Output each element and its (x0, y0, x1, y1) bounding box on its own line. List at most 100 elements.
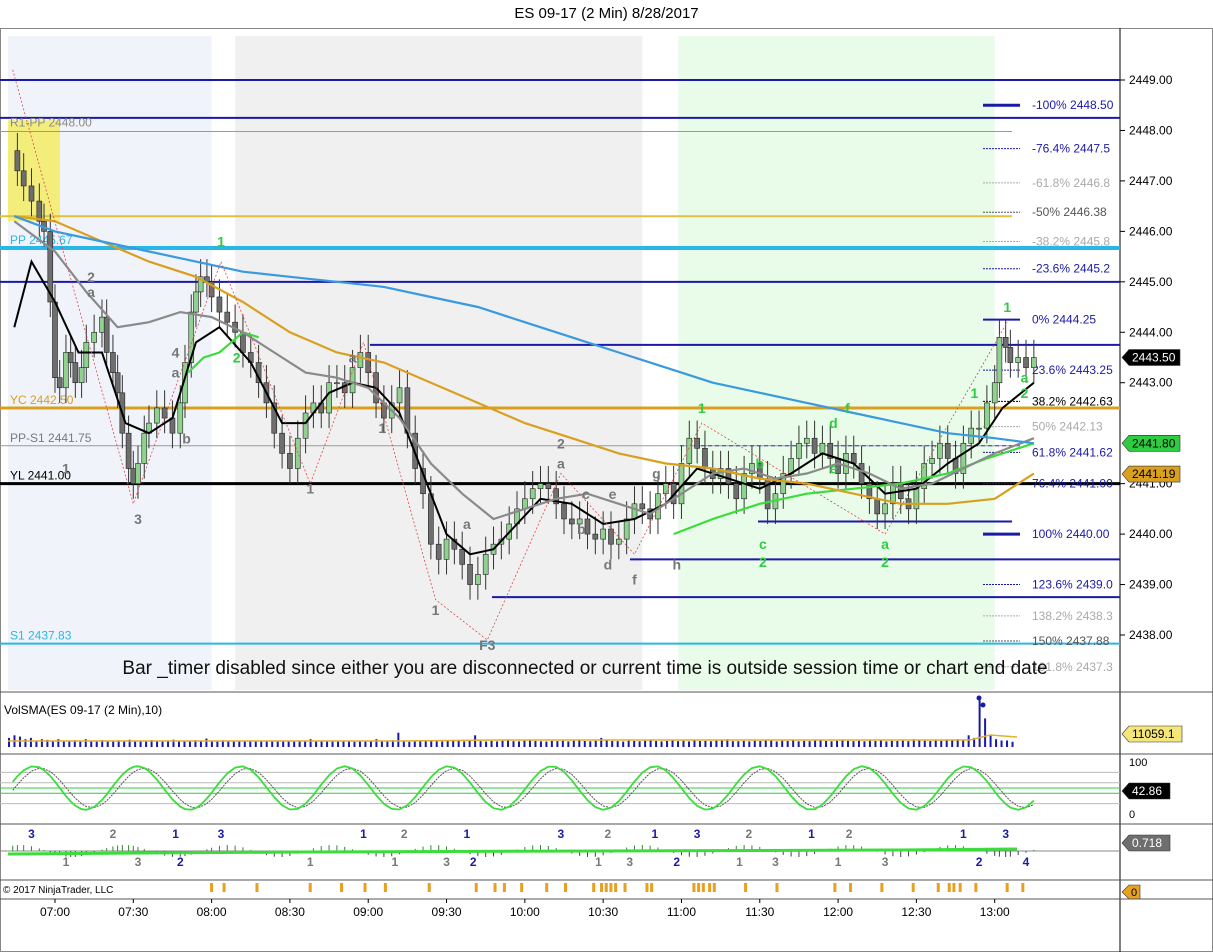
candle-body (52, 301, 58, 378)
wave-label: 1 (306, 481, 314, 497)
volume-bar (358, 741, 361, 747)
volume-bar (62, 741, 65, 747)
fib-label: 76.4% 2441.00 (1032, 477, 1113, 491)
time-tick-label: 12:30 (901, 905, 931, 919)
candle-body (216, 296, 223, 313)
volume-bar (320, 741, 323, 747)
candle-body (193, 291, 199, 313)
candle-body (600, 528, 606, 540)
volume-bar (907, 741, 910, 747)
macd-wave-label: 2 (110, 827, 117, 841)
volume-panel-label: VolSMA(ES 09-17 (2 Min),10) (4, 703, 162, 717)
candle-body (819, 442, 826, 454)
volume-bar (463, 741, 466, 747)
volume-bar (561, 740, 564, 747)
volume-bar (583, 741, 586, 747)
volume-bar (698, 741, 701, 747)
wave-label: a (1021, 370, 1029, 386)
volume-bar (929, 741, 932, 747)
level-label: PP 2445.67 (10, 233, 73, 247)
volume-bar (803, 740, 806, 747)
signal-tick (833, 883, 837, 892)
candle-body (240, 331, 246, 353)
volume-bar (808, 741, 811, 747)
oscillator-marker-label: 42.86 (1132, 784, 1162, 798)
volume-bar (479, 741, 482, 747)
level-label: YC 2442.50 (10, 393, 74, 407)
macd-wave-label: 1 (736, 855, 743, 869)
volume-bar (704, 740, 707, 747)
wave-label: b (755, 456, 764, 472)
volume-spike-dot (980, 702, 986, 708)
signal-tick (645, 883, 649, 892)
volume-bar (764, 740, 767, 747)
candle-body (1007, 347, 1014, 363)
time-tick-label: 11:00 (667, 905, 696, 919)
candle-body (882, 503, 888, 515)
candle-body (467, 564, 473, 585)
macd-wave-label: 2 (470, 855, 477, 869)
macd-wave-label: 2 (846, 827, 853, 841)
wave-label: d (829, 415, 838, 431)
candle-body (937, 442, 943, 459)
volume-bar (649, 740, 652, 747)
volume-bar (852, 741, 855, 747)
fib-label: 150% 2437.88 (1032, 634, 1110, 648)
candle-body (99, 316, 105, 333)
fib-label: 123.6% 2439.0 (1032, 578, 1113, 592)
macd-wave-label: 2 (745, 827, 752, 841)
signal-tick (255, 883, 259, 892)
candle-body (569, 518, 575, 525)
signal-tick (340, 883, 344, 892)
candle-body (349, 367, 356, 394)
candle-body (67, 352, 74, 363)
signal-tick (600, 883, 604, 892)
time-tick-label: 11:30 (745, 905, 774, 919)
volume-bar (216, 740, 219, 747)
candle-body (302, 412, 309, 439)
volume-bar (183, 741, 186, 747)
candle-body (443, 538, 450, 560)
signal-tick (363, 883, 367, 892)
price-tick-label: 2444.00 (1129, 325, 1173, 339)
volume-bar (8, 737, 10, 747)
macd-wave-label: 1 (595, 855, 602, 869)
candle-body (1031, 357, 1037, 368)
volume-bar (633, 740, 636, 747)
price-tick-label: 2447.00 (1129, 174, 1173, 188)
candle-body (161, 407, 168, 419)
wave-label: 2 (87, 269, 95, 285)
macd-wave-label: 1 (360, 827, 367, 841)
price-tick-label: 2438.00 (1129, 628, 1173, 642)
candle-body (428, 493, 434, 545)
signal-tick (952, 883, 956, 892)
wave-label: b (577, 521, 586, 537)
volume-bar (819, 740, 822, 747)
volume-bar (709, 741, 712, 747)
volume-bar (967, 735, 970, 747)
volume-bar (857, 740, 860, 747)
candle-body (110, 352, 116, 373)
volume-bar (605, 740, 608, 747)
volume-bar (638, 741, 641, 747)
chart-canvas[interactable]: 2449.00 2448.00 2447.00 2446.00 2445.00 2444.… (0, 28, 1213, 952)
candle-body (874, 498, 881, 515)
wave-label: 2 (233, 350, 241, 366)
volume-bar (512, 741, 515, 747)
volume-bar (556, 741, 559, 747)
signal-tick (697, 883, 701, 892)
macd-wave-label: 2 (177, 855, 184, 869)
volume-bar (879, 740, 882, 747)
session-shade-1 (235, 36, 643, 690)
signal-tick (604, 883, 608, 892)
macd-wave-label: 3 (218, 827, 225, 841)
candle-body (694, 437, 700, 449)
volume-bar (896, 741, 899, 747)
wave-label: 1 (432, 602, 440, 618)
volume-bar (452, 740, 455, 747)
candle-body (623, 518, 630, 540)
candle-body (1023, 357, 1029, 368)
volume-bar (298, 741, 301, 747)
signal-tick (692, 883, 696, 892)
signal-tick (502, 883, 506, 892)
